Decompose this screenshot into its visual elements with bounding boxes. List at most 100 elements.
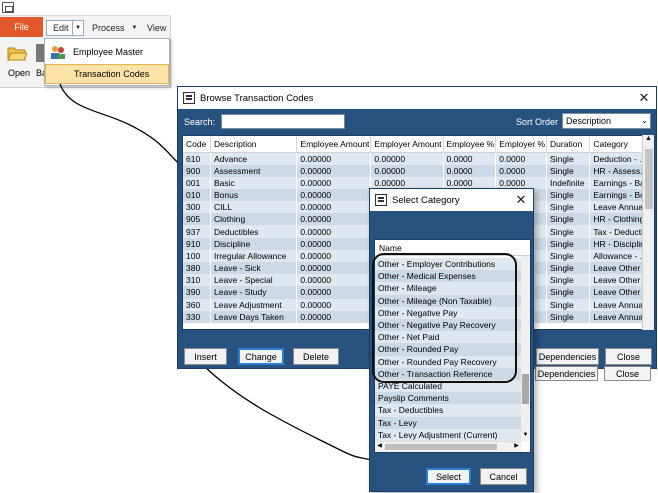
chevron-left-icon[interactable]: ◀ — [375, 442, 384, 452]
cell: 0.00000 — [296, 237, 372, 250]
cell: 0.0000 — [495, 152, 548, 165]
cell: Single — [546, 213, 591, 226]
cell: 0.00000 — [296, 298, 372, 311]
cell: Assessment — [210, 164, 298, 177]
window-icon — [183, 92, 195, 104]
chevron-right-icon[interactable]: ▶ — [512, 442, 521, 452]
cell: Single — [546, 188, 591, 202]
column-header[interactable]: Employee % — [443, 136, 497, 153]
cell: 380 — [183, 262, 212, 275]
close-icon[interactable]: ✕ — [513, 192, 529, 208]
scrollbar-thumb[interactable] — [385, 444, 497, 450]
select-button[interactable]: Select — [426, 468, 471, 485]
cell: Indefinite — [546, 176, 591, 189]
dialog-icon — [375, 194, 387, 206]
delete-button[interactable]: Delete — [293, 348, 339, 365]
cell: 937 — [183, 225, 212, 238]
column-header[interactable]: Employee Amount — [296, 136, 372, 153]
cell: CILL — [210, 201, 298, 214]
list-item[interactable]: Tax - Deductibles — [375, 404, 521, 417]
list-item[interactable]: Payslip Comments — [375, 392, 521, 405]
cell: 100 — [183, 249, 212, 262]
column-header[interactable]: Description — [210, 136, 298, 153]
cell: 0.00000 — [296, 286, 372, 299]
cell: Bonus — [210, 188, 298, 202]
cell: Single — [546, 201, 591, 214]
cell: Leave Adjustment — [210, 298, 298, 311]
cell: 0.00000 — [370, 152, 444, 165]
cell: 0.00000 — [370, 164, 444, 177]
cell: Single — [546, 164, 591, 177]
dependencies-button-secondary[interactable]: Dependencies — [535, 366, 598, 381]
cell: Leave Days Taken — [210, 310, 298, 323]
window-title: Browse Transaction Codes — [200, 92, 314, 104]
cell: 360 — [183, 298, 212, 311]
cell: 0.00000 — [296, 152, 372, 165]
cell: 0.00000 — [296, 249, 372, 262]
cell: Single — [546, 249, 591, 262]
cell: Single — [546, 262, 591, 275]
cell: 390 — [183, 286, 212, 299]
cell: 910 — [183, 237, 212, 250]
cell: 0.00000 — [296, 176, 372, 189]
list-horizontal-scrollbar[interactable]: ◀ ▶ — [375, 441, 521, 452]
dependencies-button[interactable]: Dependencies — [536, 348, 599, 365]
cell: Single — [546, 152, 591, 165]
cell: 0.0000 — [443, 164, 497, 177]
insert-button[interactable]: Insert — [184, 348, 227, 365]
cell: 0.00000 — [296, 188, 372, 202]
cell: 310 — [183, 274, 212, 287]
close-button-secondary[interactable]: Close — [604, 366, 651, 381]
sort-order-value: Description — [566, 116, 612, 126]
cell: Single — [546, 286, 591, 299]
cell: 610 — [183, 152, 212, 165]
cell: Leave - Study — [210, 286, 298, 299]
cell: Basic — [210, 176, 298, 189]
list-vertical-scrollbar[interactable]: ▼ — [521, 256, 530, 441]
cell: 001 — [183, 176, 212, 189]
column-header[interactable]: Code — [183, 136, 212, 153]
cell: 0.00000 — [296, 274, 372, 287]
cell: 0.00000 — [296, 310, 372, 323]
cell: Single — [546, 310, 591, 323]
cell: Single — [546, 237, 591, 250]
cancel-button[interactable]: Cancel — [480, 468, 527, 485]
scrollbar-thumb[interactable] — [645, 149, 653, 209]
close-button[interactable]: Close — [605, 348, 652, 365]
cell: 300 — [183, 201, 212, 214]
close-icon[interactable]: ✕ — [636, 90, 652, 106]
cell: 010 — [183, 188, 212, 202]
list-item[interactable]: Tax - Levy Adjustment (Current) — [375, 428, 521, 441]
change-button[interactable]: Change — [238, 348, 284, 365]
table-vertical-scrollbar[interactable]: ▲ — [642, 135, 654, 330]
cell: Deductibles — [210, 225, 298, 238]
cell: 900 — [183, 164, 212, 177]
cell: 0.00000 — [296, 213, 372, 226]
sort-order-label: Sort Order — [516, 117, 559, 127]
cell: 905 — [183, 213, 212, 226]
list-item[interactable]: Tax - Levy — [375, 416, 521, 429]
search-input[interactable] — [221, 114, 345, 129]
table-header-row: Code Description Employee Amount Employe… — [183, 136, 654, 153]
chevron-down-icon[interactable]: ▼ — [521, 432, 530, 441]
cell: Single — [546, 225, 591, 238]
cell: 0.00000 — [296, 164, 372, 177]
chevron-up-icon[interactable]: ▲ — [643, 135, 654, 145]
cell: Clothing — [210, 213, 298, 226]
highlight-annotation — [372, 253, 517, 383]
cell: Irregular Allowance — [210, 249, 298, 262]
sort-order-select[interactable]: Description ⌄ — [562, 113, 651, 129]
dialog-title: Select Category — [392, 194, 460, 206]
table-row[interactable]: 900 Assessment 0.00000 0.00000 0.0000 0.0000 S… — [183, 164, 654, 177]
dialog-title-bar: Select Category ✕ — [370, 189, 533, 211]
scrollbar-thumb[interactable] — [522, 374, 529, 404]
column-header[interactable]: Duration — [546, 136, 591, 153]
column-header[interactable]: Employer Amount — [370, 136, 444, 153]
table-row[interactable]: 610 Advance 0.00000 0.00000 0.0000 0.0000 Sing… — [183, 152, 654, 165]
chevron-down-icon: ⌄ — [641, 116, 648, 125]
cell: Single — [546, 274, 591, 287]
search-label: Search: — [184, 117, 216, 127]
column-header[interactable]: Employer % — [495, 136, 548, 153]
cell: 0.00000 — [296, 201, 372, 214]
window-title-bar: Browse Transaction Codes ✕ — [178, 87, 656, 109]
